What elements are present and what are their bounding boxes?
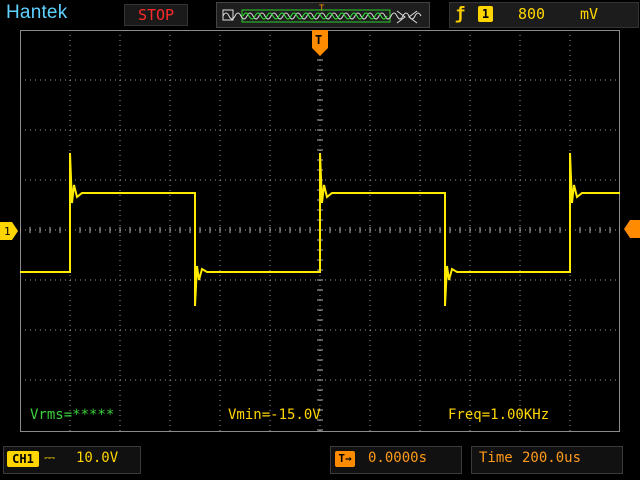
frequency-measurement: Freq=1.00KHz <box>448 407 550 423</box>
trigger-marker-label: T <box>315 33 322 47</box>
trigger-offset-icon: T→ <box>335 451 355 467</box>
timebase-label: Time <box>479 450 513 466</box>
trigger-position-marker[interactable]: T <box>312 30 330 58</box>
waveform-display[interactable] <box>20 30 620 432</box>
vrms-measurement: Vrms=***** <box>30 407 115 423</box>
trigger-level-unit: mV <box>580 5 599 23</box>
rising-edge-icon: ƒ <box>455 4 466 24</box>
trigger-source-badge: 1 <box>478 6 493 22</box>
vmin-measurement: Vmin=-15.0V <box>228 407 321 423</box>
channel-tag: CH1 <box>7 451 39 467</box>
trigger-level-value: 800 <box>518 5 546 23</box>
run-stop-status[interactable]: STOP <box>124 4 188 26</box>
memory-overview-graphic: T <box>222 4 422 24</box>
volts-per-div: 10.0V <box>76 450 119 466</box>
ch1-marker-label: 1 <box>4 225 11 238</box>
ch1-ground-marker[interactable]: 1 <box>0 222 20 240</box>
timebase-value: 200.0us <box>522 450 582 466</box>
memory-overview-bar: T <box>216 2 430 28</box>
dc-coupling-icon: ⎓ <box>44 450 56 466</box>
trigger-level-marker[interactable] <box>624 220 640 238</box>
brand-logo: Hantek <box>6 2 68 23</box>
trigger-position-value: 0.0000s <box>368 450 428 466</box>
